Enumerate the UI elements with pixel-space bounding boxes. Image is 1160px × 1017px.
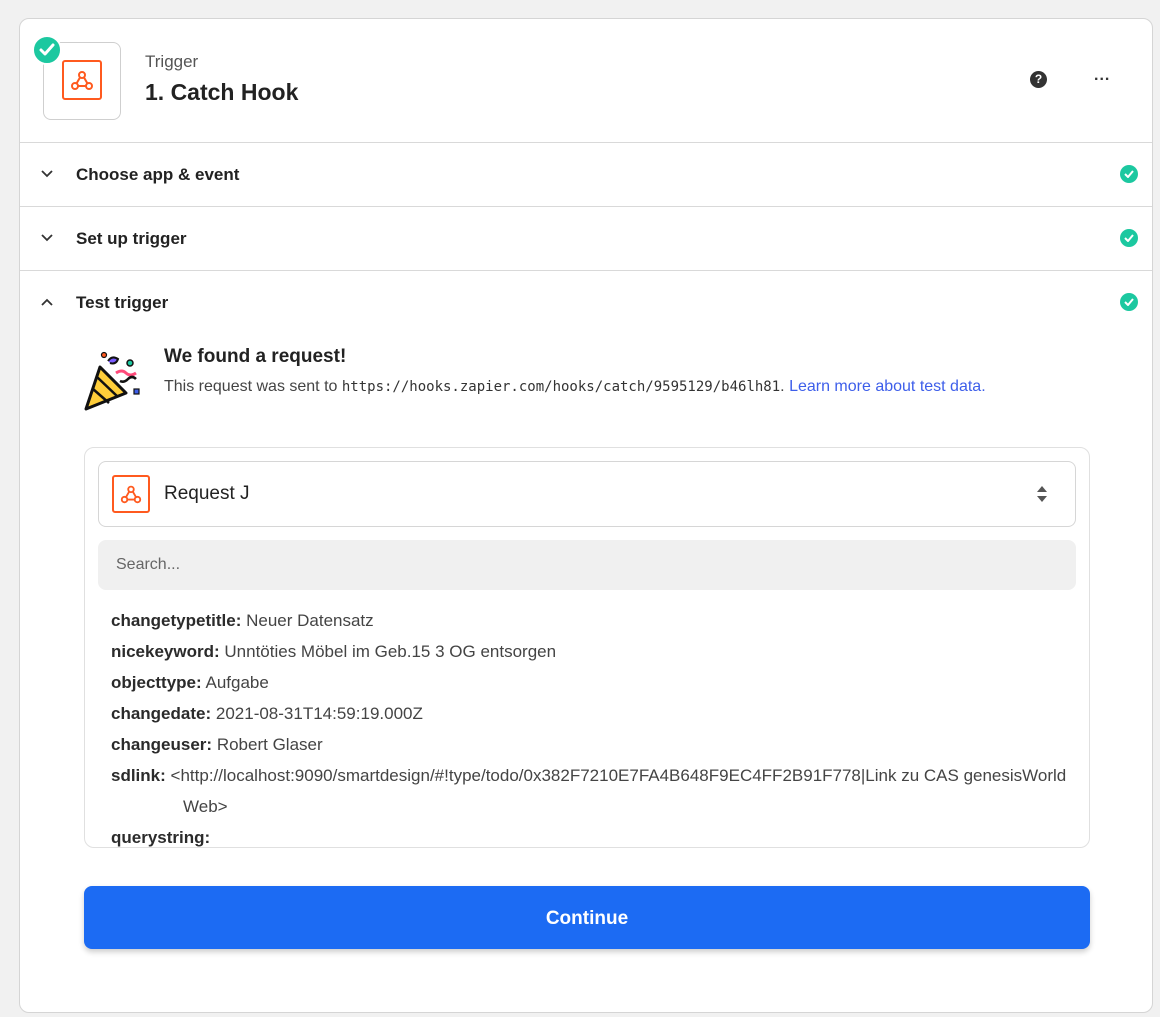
field-value: 2021-08-31T14:59:19.000Z xyxy=(215,704,423,723)
help-icon[interactable]: ? xyxy=(1030,71,1047,88)
request-selector[interactable]: Request J xyxy=(98,461,1076,527)
field-value: Neuer Datensatz xyxy=(246,611,374,630)
field-value: Unntöties Möbel im Geb.15 3 OG entsorgen xyxy=(224,642,557,661)
request-data-panel: Request J changetypetitle: Neuer Datensa… xyxy=(84,447,1090,848)
webhook-icon xyxy=(62,60,102,100)
section-test-trigger[interactable]: Test trigger xyxy=(20,271,1152,335)
field-row: nicekeyword: Unntöties Möbel im Geb.15 3… xyxy=(111,636,1071,667)
field-key: objecttype: xyxy=(111,673,202,692)
check-circle-icon xyxy=(1120,229,1138,247)
trigger-step-card: Trigger 1. Catch Hook ? ... Choose app &… xyxy=(19,18,1153,1013)
selected-request: Request J xyxy=(164,483,250,504)
chevron-down-icon xyxy=(41,170,53,178)
check-circle-icon xyxy=(1120,293,1138,311)
step-type-label: Trigger xyxy=(145,52,199,71)
continue-button[interactable]: Continue xyxy=(84,886,1090,949)
section-set-up-trigger[interactable]: Set up trigger xyxy=(20,207,1152,271)
field-key: sdlink: xyxy=(111,766,166,785)
field-value: Robert Glaser xyxy=(216,735,323,754)
field-key: changetypetitle: xyxy=(111,611,242,630)
field-row: changeuser: Robert Glaser xyxy=(111,729,1071,760)
field-row: objecttype: Aufgabe xyxy=(111,667,1071,698)
desc-period: . xyxy=(780,378,785,395)
section-choose-app-event[interactable]: Choose app & event xyxy=(20,143,1152,207)
webhook-icon xyxy=(112,475,150,513)
found-title: We found a request! xyxy=(164,346,347,367)
section-label: Choose app & event xyxy=(76,165,240,184)
learn-more-link[interactable]: Learn more about test data. xyxy=(789,378,986,395)
step-complete-icon xyxy=(32,35,62,65)
field-key: changedate: xyxy=(111,704,212,723)
chevron-down-icon xyxy=(41,234,53,242)
field-row: changedate: 2021-08-31T14:59:19.000Z xyxy=(111,698,1071,729)
step-title: 1. Catch Hook xyxy=(145,79,299,105)
desc-text: This request was sent to xyxy=(164,378,342,395)
field-value: <http://localhost:9090/smartdesign/#!typ… xyxy=(170,766,1067,816)
field-row: sdlink: <http://localhost:9090/smartdesi… xyxy=(111,760,1071,822)
found-description: This request was sent to https://hooks.z… xyxy=(164,373,1094,401)
request-fields-list: changetypetitle: Neuer Datensatz nicekey… xyxy=(111,605,1071,847)
field-row: changetypetitle: Neuer Datensatz xyxy=(111,605,1071,636)
chevron-up-icon xyxy=(41,298,53,306)
field-row: querystring: xyxy=(111,822,1071,847)
field-value: Aufgabe xyxy=(205,673,269,692)
field-key: nicekeyword: xyxy=(111,642,220,661)
webhook-url: https://hooks.zapier.com/hooks/catch/959… xyxy=(341,379,781,395)
section-label: Test trigger xyxy=(76,293,169,312)
section-label: Set up trigger xyxy=(76,229,187,248)
check-circle-icon xyxy=(1120,165,1138,183)
step-header[interactable]: Trigger 1. Catch Hook ? ... xyxy=(20,19,1152,143)
field-key: changeuser: xyxy=(111,735,213,754)
field-key: querystring: xyxy=(111,828,211,847)
search-input[interactable] xyxy=(98,540,1076,590)
more-options-icon[interactable]: ... xyxy=(1094,67,1110,85)
sort-arrows-icon xyxy=(1037,486,1047,502)
party-popper-icon xyxy=(84,351,140,411)
